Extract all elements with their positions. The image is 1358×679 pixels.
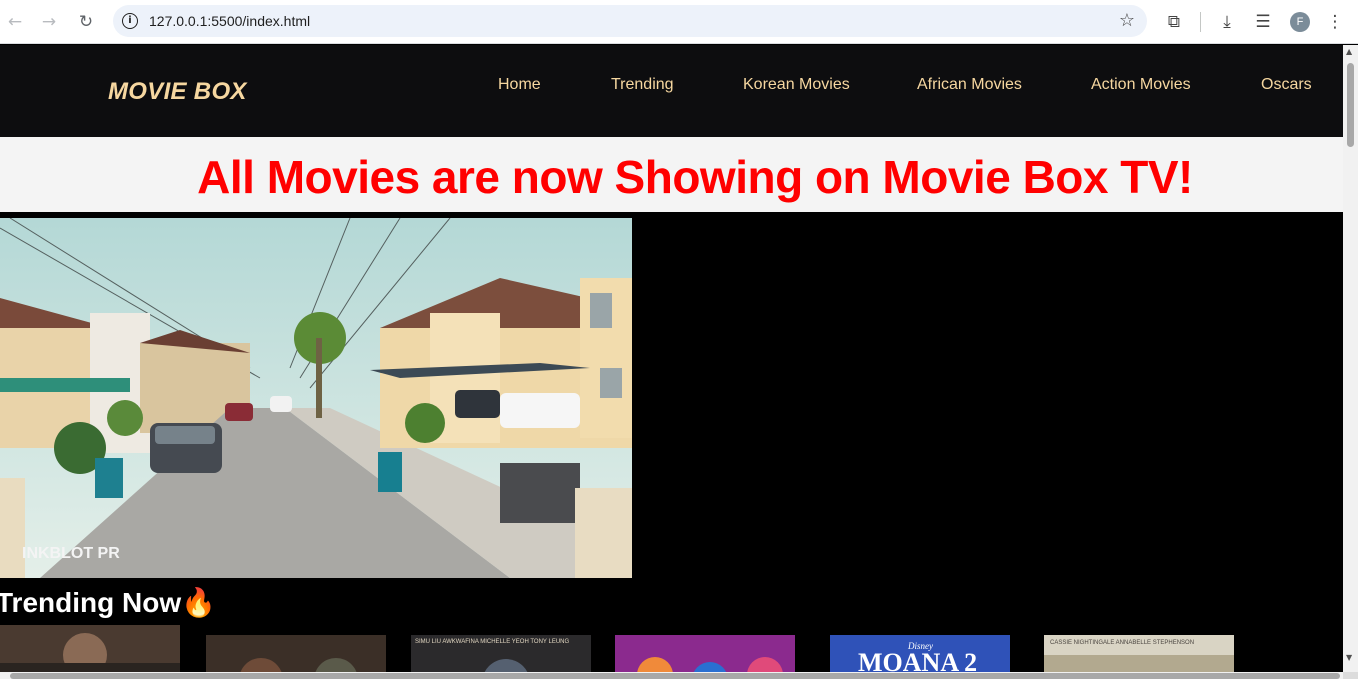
poster-6-credits: CASSIE NIGHTINGALE ANNABELLE STEPHENSON — [1050, 640, 1194, 646]
announcement-banner: All Movies are now Showing on Movie Box … — [0, 137, 1343, 212]
poster-3[interactable]: SIMU LIU AWKWAFINA MICHELLE YEOH TONY LE… — [411, 635, 591, 672]
toolbar-separator — [1200, 12, 1201, 32]
poster-6-art: CASSIE NIGHTINGALE ANNABELLE STEPHENSON — [1044, 635, 1234, 672]
nav-african-movies[interactable]: African Movies — [917, 76, 1022, 94]
site-header: MOVIE BOX Home Trending Korean Movies Af… — [0, 45, 1343, 137]
nav-oscars[interactable]: Oscars — [1261, 76, 1312, 94]
poster-2-art — [206, 635, 386, 672]
vertical-scrollbar[interactable]: ▲ ▼ — [1343, 45, 1358, 672]
reload-icon[interactable]: ↻ — [74, 10, 98, 34]
poster-6[interactable]: CASSIE NIGHTINGALE ANNABELLE STEPHENSON — [1044, 635, 1234, 672]
scroll-up-icon[interactable]: ▲ — [1346, 47, 1352, 56]
poster-1[interactable] — [0, 625, 180, 672]
extensions-icon[interactable]: ⧉ — [1161, 9, 1187, 35]
banner-heading: All Movies are now Showing on Movie Box … — [197, 151, 1193, 203]
back-icon[interactable]: ← — [3, 10, 27, 34]
poster-4[interactable] — [615, 635, 795, 672]
profile-avatar[interactable]: F — [1290, 12, 1310, 32]
poster-1-art — [0, 625, 180, 672]
address-bar[interactable]: i 127.0.0.1:5500/index.html ☆ — [113, 5, 1147, 37]
poster-5[interactable]: Disney MOANA 2 — [830, 635, 1010, 672]
vertical-scroll-thumb[interactable] — [1347, 63, 1354, 147]
nav-home[interactable]: Home — [498, 76, 541, 94]
media-control-icon[interactable]: ☰ — [1250, 9, 1276, 35]
page-viewport: MOVIE BOX Home Trending Korean Movies Af… — [0, 45, 1343, 672]
poster-3-credits: SIMU LIU AWKWAFINA MICHELLE YEOH TONY LE… — [415, 639, 569, 645]
address-url[interactable]: 127.0.0.1:5500/index.html — [149, 13, 310, 29]
download-icon[interactable]: ⤓ — [1214, 9, 1240, 35]
bookmark-star-icon[interactable]: ☆ — [1119, 10, 1135, 31]
nav-action-movies[interactable]: Action Movies — [1091, 76, 1191, 94]
poster-3-art: SIMU LIU AWKWAFINA MICHELLE YEOH TONY LE… — [411, 635, 591, 672]
forward-icon[interactable]: → — [37, 10, 61, 34]
video-frame-illustration: INKBLOT PR — [0, 218, 632, 578]
site-info-icon[interactable]: i — [122, 13, 138, 29]
nav-korean-movies[interactable]: Korean Movies — [743, 76, 850, 94]
site-logo[interactable]: MOVIE BOX — [108, 78, 247, 106]
horizontal-scrollbar[interactable] — [0, 672, 1343, 679]
scroll-down-icon[interactable]: ▼ — [1346, 653, 1352, 662]
poster-2[interactable] — [206, 635, 386, 672]
browser-menu-icon[interactable]: ⋮ — [1322, 9, 1348, 35]
video-watermark: INKBLOT PR — [22, 545, 120, 562]
scrollbar-corner — [1343, 672, 1358, 679]
poster-4-art — [615, 635, 795, 672]
horizontal-scroll-thumb[interactable] — [10, 673, 1340, 679]
poster-5-title: MOANA 2 — [858, 648, 977, 672]
trending-heading: Trending Now🔥 — [0, 587, 216, 618]
poster-5-art: Disney MOANA 2 — [830, 635, 1010, 672]
browser-toolbar: ← → ↻ i 127.0.0.1:5500/index.html ☆ ⧉ ⤓ … — [0, 0, 1358, 44]
featured-video[interactable]: INKBLOT PR — [0, 218, 632, 578]
nav-trending[interactable]: Trending — [611, 76, 674, 94]
